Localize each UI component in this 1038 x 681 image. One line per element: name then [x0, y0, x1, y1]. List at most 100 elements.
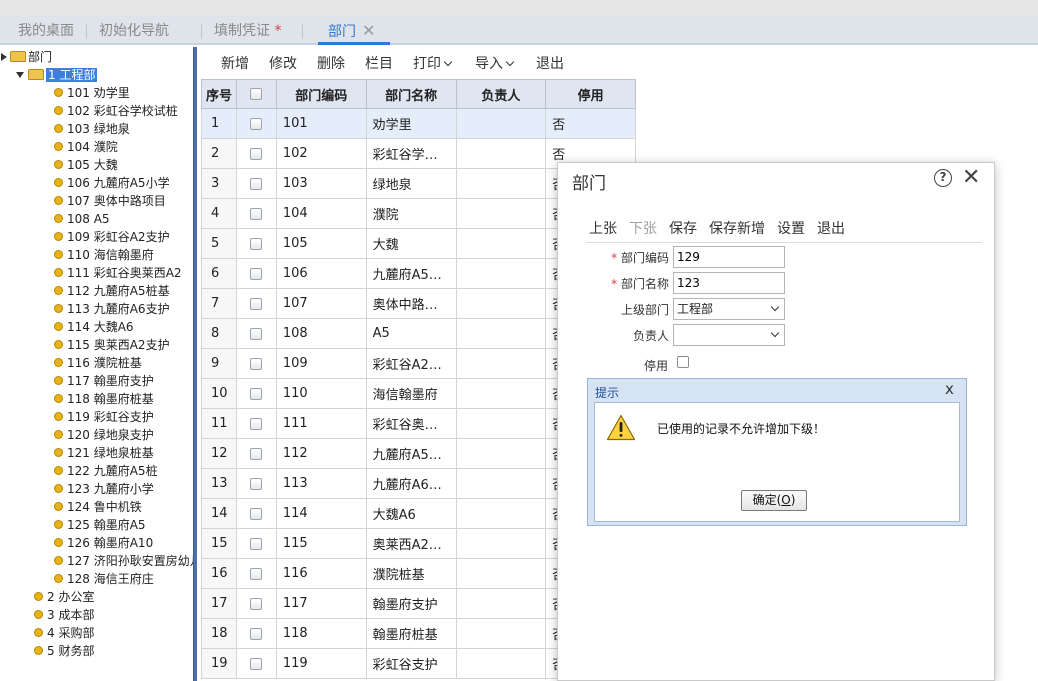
- cell-checkbox[interactable]: [235, 588, 277, 619]
- cell-name[interactable]: 九麓府A5…: [365, 438, 457, 469]
- cell-name[interactable]: 大魏A6: [365, 498, 457, 529]
- tree-node-engineering[interactable]: 1 工程部: [16, 66, 98, 84]
- cell-code[interactable]: 118: [275, 618, 367, 649]
- cell-owner[interactable]: [455, 258, 547, 289]
- cell-code[interactable]: 105: [275, 228, 367, 259]
- cell-owner[interactable]: [455, 468, 547, 499]
- row-checkbox[interactable]: [250, 567, 263, 580]
- cell-owner[interactable]: [455, 168, 547, 199]
- cell-owner[interactable]: [455, 408, 547, 439]
- cell-checkbox[interactable]: [235, 648, 277, 679]
- cell-checkbox[interactable]: [235, 168, 277, 199]
- tree-node[interactable]: 115 奥莱西A2支护: [54, 336, 170, 354]
- cell-name[interactable]: 劝学里: [365, 108, 457, 139]
- cell-owner[interactable]: [455, 108, 547, 139]
- expand-icon[interactable]: [16, 72, 24, 78]
- tree-node[interactable]: 3 成本部: [34, 606, 94, 624]
- prev-record-button[interactable]: 上张: [589, 218, 617, 238]
- cell-owner[interactable]: [455, 198, 547, 229]
- tree-node[interactable]: 103 绿地泉: [54, 120, 130, 138]
- row-checkbox[interactable]: [250, 267, 263, 280]
- tree-node[interactable]: 111 彩虹谷奥莱西A2: [54, 264, 182, 282]
- collapse-icon[interactable]: [1, 53, 7, 61]
- table-row[interactable]: 1 101 劝学里 否: [201, 108, 636, 139]
- cell-owner[interactable]: [455, 588, 547, 619]
- header-owner[interactable]: 负责人: [455, 79, 547, 109]
- next-record-button[interactable]: 下张: [629, 218, 657, 238]
- row-checkbox[interactable]: [250, 657, 263, 670]
- row-checkbox[interactable]: [250, 327, 263, 340]
- row-checkbox[interactable]: [250, 147, 263, 160]
- cell-checkbox[interactable]: [235, 228, 277, 259]
- cell-owner[interactable]: [455, 318, 547, 349]
- row-checkbox[interactable]: [250, 597, 263, 610]
- cell-checkbox[interactable]: [235, 528, 277, 559]
- tree-node[interactable]: 124 鲁中机铁: [54, 498, 142, 516]
- edit-button[interactable]: 修改: [269, 53, 297, 73]
- alert-close-icon[interactable]: x: [945, 380, 954, 398]
- row-checkbox[interactable]: [250, 177, 263, 190]
- tree-node[interactable]: 128 海信王府庄: [54, 570, 154, 588]
- tab-init-nav[interactable]: 初始化导航: [99, 16, 169, 45]
- dialog-save-button[interactable]: 保存: [669, 218, 697, 238]
- cell-name[interactable]: 翰墨府桩基: [365, 618, 457, 649]
- cell-disabled[interactable]: 否: [545, 108, 636, 139]
- tree-node[interactable]: 4 采购部: [34, 624, 94, 642]
- row-checkbox[interactable]: [250, 237, 263, 250]
- cell-name[interactable]: 大魏: [365, 228, 457, 259]
- tree-node[interactable]: 127 济阳孙耿安置房幼儿: [54, 552, 193, 570]
- header-name[interactable]: 部门名称: [365, 79, 457, 109]
- exit-button[interactable]: 退出: [536, 53, 564, 73]
- tree-node[interactable]: 107 奥体中路项目: [54, 192, 166, 210]
- cell-owner[interactable]: [455, 228, 547, 259]
- cell-checkbox[interactable]: [235, 378, 277, 409]
- dialog-exit-button[interactable]: 退出: [817, 218, 845, 238]
- parent-select[interactable]: 工程部: [673, 298, 785, 320]
- cell-name[interactable]: 彩虹谷学…: [365, 138, 457, 169]
- cell-code[interactable]: 102: [275, 138, 367, 169]
- tab-close-icon[interactable]: ✕: [362, 21, 375, 40]
- cell-owner[interactable]: [455, 648, 547, 679]
- cell-checkbox[interactable]: [235, 108, 277, 139]
- cell-code[interactable]: 113: [275, 468, 367, 499]
- cell-checkbox[interactable]: [235, 318, 277, 349]
- row-checkbox[interactable]: [250, 477, 263, 490]
- tree-node[interactable]: 123 九麓府小学: [54, 480, 154, 498]
- cell-owner[interactable]: [455, 618, 547, 649]
- cell-code[interactable]: 115: [275, 528, 367, 559]
- tree-node[interactable]: 121 绿地泉桩基: [54, 444, 154, 462]
- owner-select[interactable]: [673, 324, 785, 346]
- dialog-close-icon[interactable]: ✕: [962, 165, 980, 190]
- cell-owner[interactable]: [455, 558, 547, 589]
- tree-node[interactable]: 104 濮院: [54, 138, 118, 156]
- tree-root[interactable]: 部门: [0, 48, 52, 66]
- tree-node[interactable]: 119 彩虹谷支护: [54, 408, 154, 426]
- cell-checkbox[interactable]: [235, 288, 277, 319]
- tab-voucher[interactable]: 填制凭证 *: [214, 16, 281, 45]
- row-checkbox[interactable]: [250, 117, 263, 130]
- cell-name[interactable]: 九麓府A6…: [365, 468, 457, 499]
- cell-code[interactable]: 119: [275, 648, 367, 679]
- cell-checkbox[interactable]: [235, 618, 277, 649]
- tree-node[interactable]: 108 A5: [54, 210, 110, 228]
- cell-name[interactable]: 彩虹谷支护: [365, 648, 457, 679]
- tree-node[interactable]: 110 海信翰墨府: [54, 246, 154, 264]
- row-checkbox[interactable]: [250, 417, 263, 430]
- cell-code[interactable]: 107: [275, 288, 367, 319]
- tree-node[interactable]: 109 彩虹谷A2支护: [54, 228, 170, 246]
- header-seq[interactable]: 序号: [201, 79, 237, 109]
- code-input[interactable]: [673, 246, 785, 268]
- cell-owner[interactable]: [455, 528, 547, 559]
- cell-code[interactable]: 104: [275, 198, 367, 229]
- cell-name[interactable]: 濮院桩基: [365, 558, 457, 589]
- tree-node[interactable]: 117 翰墨府支护: [54, 372, 154, 390]
- cell-owner[interactable]: [455, 288, 547, 319]
- tree-node[interactable]: 113 九麓府A6支护: [54, 300, 170, 318]
- cell-code[interactable]: 103: [275, 168, 367, 199]
- cell-code[interactable]: 112: [275, 438, 367, 469]
- tree-node[interactable]: 112 九麓府A5桩基: [54, 282, 170, 300]
- row-checkbox[interactable]: [250, 357, 263, 370]
- row-checkbox[interactable]: [250, 297, 263, 310]
- cell-checkbox[interactable]: [235, 138, 277, 169]
- tab-my-desktop[interactable]: 我的桌面: [18, 16, 74, 45]
